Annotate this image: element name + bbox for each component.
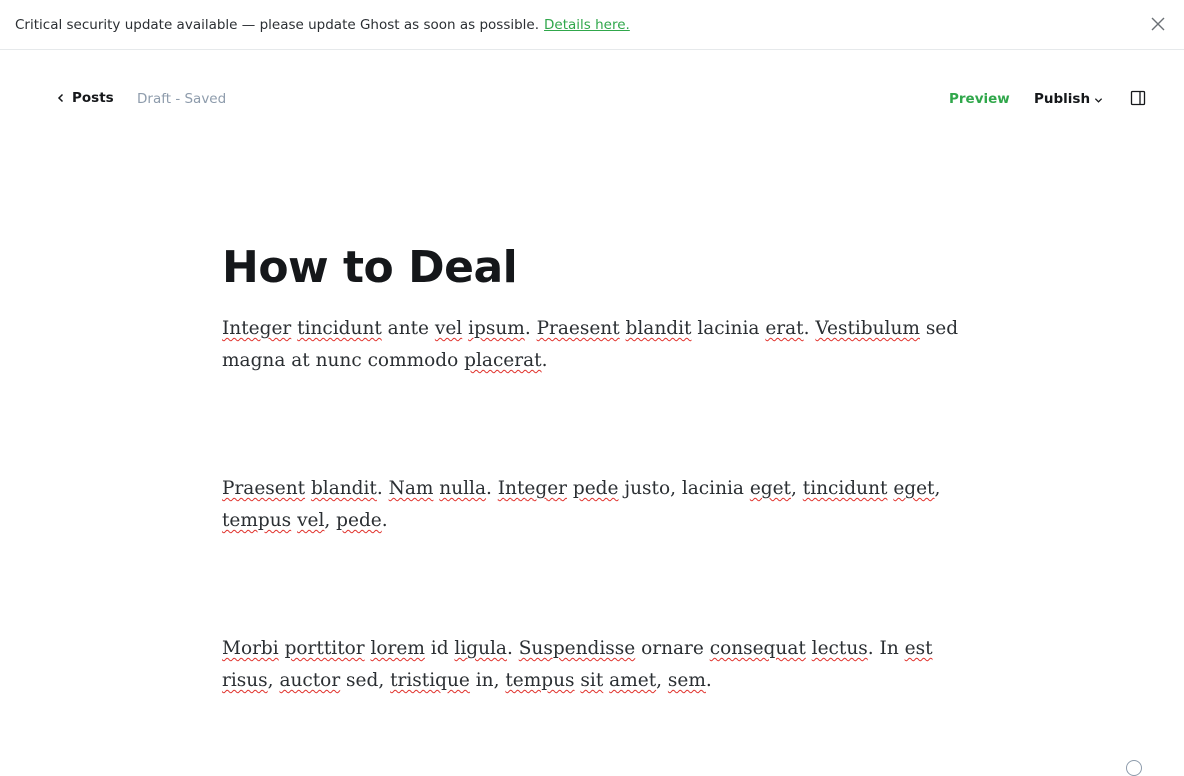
misspelled-word: Praesent <box>222 478 306 499</box>
sidebar-toggle-icon[interactable] <box>1130 90 1146 106</box>
post-title[interactable]: How to Deal <box>222 240 518 296</box>
publish-button[interactable]: Publish <box>1034 91 1103 107</box>
misspelled-word: Integer <box>497 478 567 499</box>
misspelled-word: lectus <box>811 638 868 659</box>
misspelled-word: placerat <box>464 350 542 371</box>
misspelled-word: tincidunt <box>802 478 888 499</box>
misspelled-word: tempus <box>222 510 292 531</box>
back-to-posts-link[interactable]: Posts <box>56 90 114 106</box>
misspelled-word: erat <box>765 318 804 339</box>
misspelled-word: eget <box>893 478 935 499</box>
misspelled-word: ipsum <box>468 318 525 339</box>
misspelled-word: sem <box>667 670 706 691</box>
misspelled-word: Morbi <box>222 638 279 659</box>
misspelled-word: vel <box>297 510 325 531</box>
misspelled-word: Integer <box>222 318 292 339</box>
misspelled-word: est <box>904 638 933 659</box>
misspelled-word: amet <box>609 670 657 691</box>
misspelled-word: vel <box>434 318 463 339</box>
back-label: Posts <box>72 90 114 106</box>
chevron-down-icon <box>1094 98 1103 103</box>
alert-message: Critical security update available — ple… <box>15 16 540 33</box>
close-icon[interactable] <box>1150 16 1166 32</box>
help-icon[interactable] <box>1126 760 1142 776</box>
misspelled-word: lorem <box>370 638 425 659</box>
security-alert-banner: Critical security update available — ple… <box>0 0 1184 50</box>
misspelled-word: tempus <box>505 670 575 691</box>
alert-details-link[interactable]: Details here. <box>544 17 630 33</box>
misspelled-word: consequat <box>709 638 806 659</box>
misspelled-word: nulla <box>439 478 486 499</box>
editor-header: Posts Draft - Saved Preview Publish <box>0 50 1184 148</box>
misspelled-word: ligula <box>454 638 507 659</box>
misspelled-word: blandit <box>625 318 692 339</box>
chevron-left-icon <box>57 93 64 103</box>
misspelled-word: Praesent <box>536 318 620 339</box>
misspelled-word: Suspendisse <box>518 638 636 659</box>
post-paragraph[interactable]: Praesent blandit. Nam nulla. Integer ped… <box>222 473 962 537</box>
misspelled-word: Nam <box>388 478 434 499</box>
preview-button[interactable]: Preview <box>949 91 1010 107</box>
publish-label: Publish <box>1034 91 1091 107</box>
post-status: Draft - Saved <box>137 91 227 107</box>
post-paragraph[interactable]: Morbi porttitor lorem id ligula. Suspend… <box>222 633 962 697</box>
post-paragraph[interactable]: Integer tincidunt ante vel ipsum. Praese… <box>222 313 962 377</box>
misspelled-word: tristique <box>390 670 470 691</box>
misspelled-word: blandit <box>310 478 377 499</box>
misspelled-word: eget <box>749 478 791 499</box>
misspelled-word: sit <box>580 670 604 691</box>
misspelled-word: risus <box>222 670 268 691</box>
misspelled-word: pede <box>336 510 382 531</box>
misspelled-word: porttitor <box>284 638 365 659</box>
misspelled-word: Vestibulum <box>815 318 920 339</box>
misspelled-word: pede <box>572 478 619 499</box>
misspelled-word: auctor <box>279 670 341 691</box>
misspelled-word: tincidunt <box>297 318 382 339</box>
